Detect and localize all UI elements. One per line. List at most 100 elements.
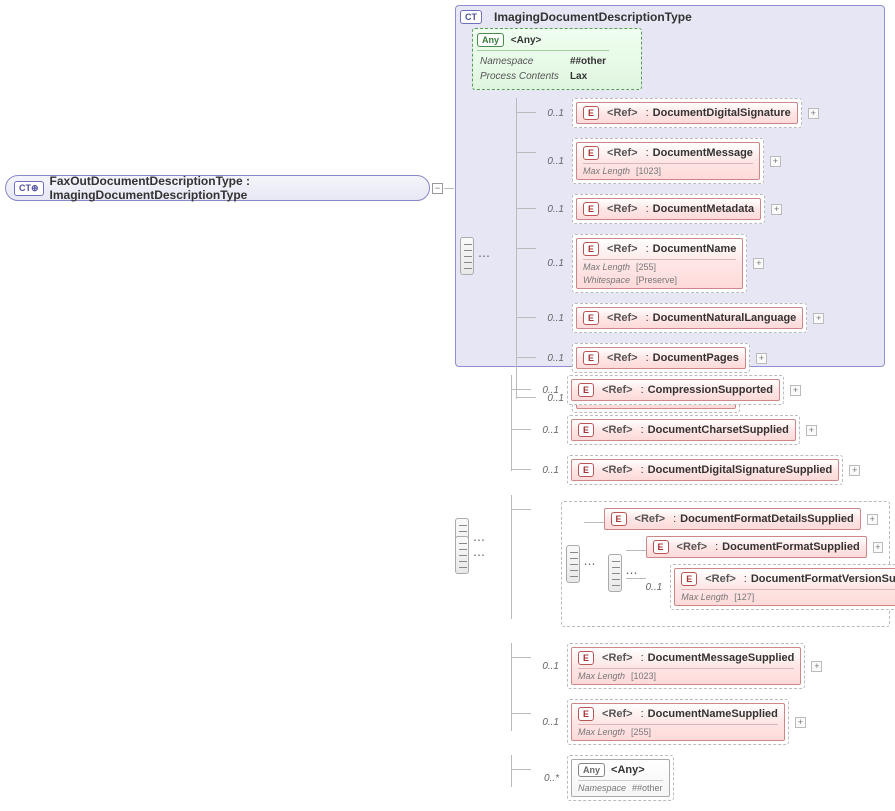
cardinality-label: 0..1 — [536, 204, 564, 215]
extension-elements: 0..1E<Ref>:CompressionSupported+0..1E<Re… — [455, 375, 890, 811]
element-ref[interactable]: 0..1E<Ref>:DocumentNameSuppliedMax Lengt… — [531, 699, 890, 745]
ref-indicator: <Ref> — [607, 352, 638, 364]
expand-icon[interactable]: + — [795, 717, 806, 728]
facet-row: Namespace##other — [578, 780, 663, 793]
facet-row: Max Length[255] — [578, 724, 778, 737]
collapse-icon[interactable]: − — [432, 183, 443, 194]
ref-indicator: <Ref> — [607, 312, 638, 324]
any-badge: Any — [477, 33, 504, 47]
cardinality-label: 0..1 — [536, 258, 564, 269]
base-elements: 0..1E<Ref>:DocumentDigitalSignature+0..1… — [516, 98, 880, 413]
extension-sequence: 0..1E<Ref>:CompressionSupported+0..1E<Re… — [455, 375, 890, 801]
cardinality-label: 0..1 — [531, 425, 559, 436]
extension-first-group: 0..1E<Ref>:CompressionSupported+0..1E<Re… — [511, 375, 890, 485]
ct-badge: CT — [460, 10, 482, 24]
nested-format-group: E <Ref> : DocumentFormatDetailsSupplied … — [511, 495, 890, 633]
any-wildcard: Any <Any> Namespace##other Process Conte… — [472, 28, 642, 90]
element-ref[interactable]: 0..1E<Ref>:DocumentDigitalSignature+ — [536, 98, 880, 128]
expand-icon[interactable]: + — [811, 661, 822, 672]
element-badge: E — [583, 351, 599, 365]
cardinality-label: 0..1 — [531, 385, 559, 396]
ref-indicator: <Ref> — [677, 541, 708, 553]
any-label: <Any> — [511, 35, 542, 46]
any-badge: Any — [578, 763, 605, 777]
ct-badge: CT⊕ — [14, 181, 44, 196]
element-ref[interactable]: 0..1E<Ref>:CompressionSupported+ — [531, 375, 890, 405]
expand-icon[interactable]: + — [867, 514, 878, 525]
ref-indicator: <Ref> — [607, 147, 638, 159]
element-badge: E — [583, 146, 599, 160]
expand-icon[interactable]: + — [770, 156, 781, 167]
element-name: DocumentNaturalLanguage — [653, 312, 797, 324]
expand-icon[interactable]: + — [790, 385, 801, 396]
element-name: DocumentMessageSupplied — [648, 652, 795, 664]
cardinality-label: 0..1 — [536, 353, 564, 364]
element-badge: E — [578, 707, 594, 721]
element-ref[interactable]: 0..1E<Ref>:DocumentMetadata+ — [536, 194, 880, 224]
expand-icon[interactable]: + — [873, 542, 883, 553]
element-badge: E — [578, 383, 594, 397]
element-ref[interactable]: 0..1E<Ref>:DocumentPages+ — [536, 343, 880, 373]
ref-indicator: <Ref> — [602, 464, 633, 476]
facet-row: Max Length[127] — [681, 589, 895, 602]
element-row: E <Ref> : DocumentFormatDetailsSupplied … — [531, 495, 890, 633]
element-name: DocumentFormatDetailsSupplied — [680, 513, 854, 525]
cardinality-label: 0..* — [531, 773, 559, 784]
any-facets-table: Namespace##other Process ContentsLax — [477, 50, 609, 85]
element-name: DocumentDigitalSignatureSupplied — [648, 464, 833, 476]
ref-indicator: <Ref> — [607, 203, 638, 215]
element-ref[interactable]: 0..1E<Ref>:DocumentCharsetSupplied+ — [531, 415, 890, 445]
expand-icon[interactable]: + — [813, 313, 824, 324]
base-type-title: ImagingDocumentDescriptionType — [494, 10, 692, 24]
sequence-group: 0..1E<Ref>:DocumentDigitalSignature+0..1… — [460, 98, 880, 413]
element-name: DocumentFormatVersionSupplied — [751, 573, 895, 585]
expand-icon[interactable]: + — [756, 353, 767, 364]
element-badge: E — [578, 463, 594, 477]
element-ref[interactable]: E <Ref> : DocumentFormatSupplied + — [646, 536, 884, 558]
element-badge: E — [583, 106, 599, 120]
base-type-container: CT ImagingDocumentDescriptionType Any <A… — [455, 5, 885, 367]
any-wildcard: 0..* Any <Any> Namespace##other — [531, 755, 890, 801]
element-name: CompressionSupported — [648, 384, 773, 396]
element-ref[interactable]: 0..1E<Ref>:DocumentNaturalLanguage+ — [536, 303, 880, 333]
element-ref[interactable]: 0..1E<Ref>:DocumentDigitalSignatureSuppl… — [531, 455, 890, 485]
element-badge: E — [583, 202, 599, 216]
connector-line — [444, 188, 454, 189]
cardinality-label: 0..1 — [531, 465, 559, 476]
expand-icon[interactable]: + — [806, 425, 817, 436]
extension-last-group: 0..1E<Ref>:DocumentMessageSuppliedMax Le… — [511, 643, 890, 745]
element-ref[interactable]: E <Ref> : DocumentFormatDetailsSupplied … — [604, 508, 884, 530]
sequence-icon — [566, 545, 580, 583]
expand-icon[interactable]: + — [771, 204, 782, 215]
expand-icon[interactable]: + — [849, 465, 860, 476]
sequence-icon — [608, 554, 622, 592]
ref-indicator: <Ref> — [602, 652, 633, 664]
sequence-icon — [455, 536, 469, 574]
element-badge: E — [583, 242, 599, 256]
element-badge: E — [681, 572, 697, 586]
element-badge: E — [578, 423, 594, 437]
cardinality-label: 0..1 — [646, 582, 663, 593]
facet-row: Max Length[1023] — [583, 163, 753, 176]
sequence-icon — [460, 237, 474, 275]
element-name: DocumentMetadata — [653, 203, 754, 215]
element-ref[interactable]: 0..1 E <Ref> : DocumentFormatVersionSupp… — [646, 564, 884, 610]
root-complex-type[interactable]: CT⊕ FaxOutDocumentDescriptionType : Imag… — [5, 175, 430, 201]
ref-indicator: <Ref> — [602, 424, 633, 436]
facet-row: Whitespace[Preserve] — [583, 275, 736, 285]
facet-row: Max Length[255] — [583, 259, 736, 272]
element-name: DocumentPages — [653, 352, 739, 364]
element-badge: E — [578, 651, 594, 665]
expand-icon[interactable]: + — [808, 108, 819, 119]
element-ref[interactable]: 0..1E<Ref>:DocumentNameMax Length[255]Wh… — [536, 234, 880, 293]
element-name: DocumentName — [653, 243, 737, 255]
facet-row: Max Length[1023] — [578, 668, 794, 681]
element-name: DocumentMessage — [653, 147, 753, 159]
cardinality-label: 0..1 — [536, 108, 564, 119]
expand-icon[interactable]: + — [753, 258, 764, 269]
cardinality-label: 0..1 — [536, 313, 564, 324]
element-ref[interactable]: 0..1E<Ref>:DocumentMessageMax Length[102… — [536, 138, 880, 184]
element-ref[interactable]: 0..1E<Ref>:DocumentMessageSuppliedMax Le… — [531, 643, 890, 689]
element-name: DocumentNameSupplied — [648, 708, 778, 720]
ref-indicator: <Ref> — [607, 243, 638, 255]
